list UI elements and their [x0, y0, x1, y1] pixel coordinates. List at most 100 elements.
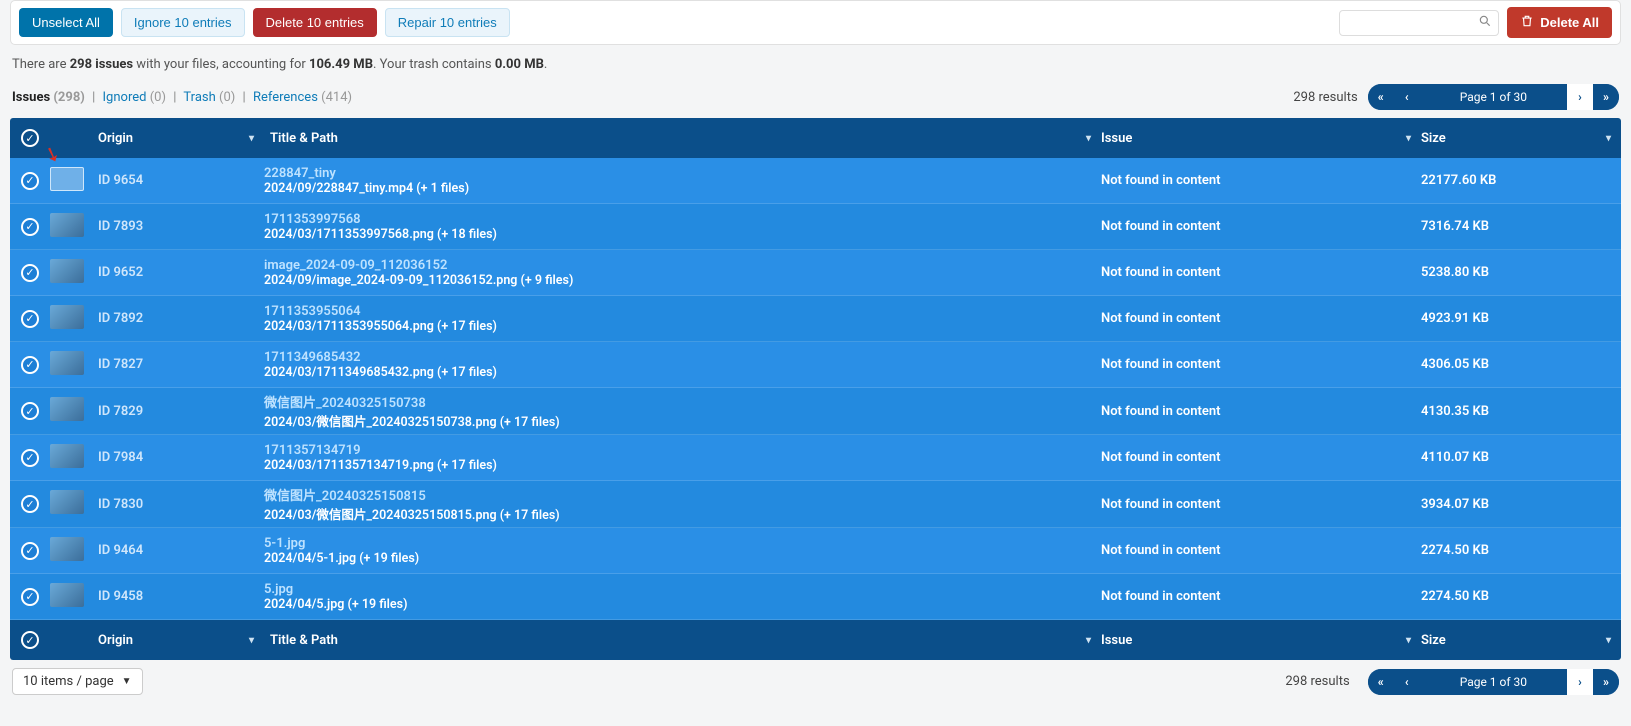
- size-text: 22177.60 KB: [1421, 173, 1496, 188]
- select-all-checkbox[interactable]: ✓: [21, 129, 39, 147]
- pager-first-button[interactable]: «: [1368, 669, 1394, 695]
- origin-id[interactable]: ID 9652: [98, 265, 143, 280]
- media-title-link[interactable]: 5.jpg: [264, 582, 1101, 597]
- origin-id[interactable]: ID 7827: [98, 357, 143, 372]
- ignore-entries-button[interactable]: Ignore 10 entries: [121, 8, 245, 37]
- thumbnail[interactable]: [50, 259, 84, 283]
- thumbnail[interactable]: [50, 583, 84, 607]
- delete-entries-button[interactable]: Delete 10 entries: [253, 8, 377, 37]
- media-path: 2024/03/1711349685432.png (+ 17 files): [264, 365, 1101, 380]
- row-checkbox[interactable]: ✓: [21, 218, 39, 236]
- tab-issues[interactable]: Issues (298): [12, 90, 85, 105]
- col-size[interactable]: Size▾: [1421, 131, 1621, 146]
- pager-label: Page 1 of 30: [1420, 84, 1567, 110]
- media-title-link[interactable]: 微信图片_20240325150815: [264, 485, 1101, 504]
- results-count-bottom: 298 results: [1285, 674, 1349, 689]
- col-title-footer[interactable]: Title & Path▾: [264, 633, 1101, 648]
- media-title-link[interactable]: 1711357134719: [264, 443, 1101, 458]
- size-text: 5238.80 KB: [1421, 265, 1489, 280]
- origin-id[interactable]: ID 7829: [98, 404, 143, 419]
- origin-id[interactable]: ID 7830: [98, 497, 143, 512]
- media-path: 2024/03/微信图片_20240325150815.png (+ 17 fi…: [264, 504, 1101, 523]
- col-size-footer[interactable]: Size▾: [1421, 633, 1621, 648]
- table-row[interactable]: ✓ ID 7893 17113539975682024/03/17113539975…: [10, 204, 1621, 250]
- thumbnail[interactable]: [50, 397, 84, 421]
- unselect-all-button[interactable]: Unselect All: [19, 8, 113, 37]
- pager-first-button[interactable]: «: [1368, 84, 1394, 110]
- table-row[interactable]: ✓ID 7829微信图片_202403251507382024/03/微信图片_…: [10, 388, 1621, 435]
- media-title-link[interactable]: 1711349685432: [264, 350, 1101, 365]
- media-title-link[interactable]: 1711353955064: [264, 304, 1101, 319]
- col-title[interactable]: Title & Path▾: [264, 131, 1101, 146]
- table-row[interactable]: ✓ID 798417113571347192024/03/17113571347…: [10, 435, 1621, 481]
- origin-id[interactable]: ID 9464: [98, 543, 143, 558]
- pager-next-button[interactable]: ›: [1567, 669, 1593, 695]
- size-text: 2274.50 KB: [1421, 543, 1489, 558]
- repair-entries-button[interactable]: Repair 10 entries: [385, 8, 510, 37]
- tab-ignored[interactable]: Ignored (0): [103, 90, 166, 105]
- chevron-down-icon: ▾: [249, 635, 254, 646]
- media-path: 2024/03/1711353997568.png (+ 18 files): [264, 227, 1101, 242]
- col-issue[interactable]: Issue▾: [1101, 131, 1421, 146]
- row-checkbox[interactable]: ✓: [21, 402, 39, 420]
- row-checkbox[interactable]: ✓: [21, 449, 39, 467]
- search-box[interactable]: [1339, 10, 1499, 36]
- chevron-down-icon: ▼: [122, 676, 132, 687]
- thumbnail[interactable]: [50, 537, 84, 561]
- select-all-footer-checkbox[interactable]: ✓: [21, 631, 39, 649]
- media-title-link[interactable]: 微信图片_20240325150738: [264, 392, 1101, 411]
- thumbnail[interactable]: [50, 351, 84, 375]
- table-row[interactable]: ✓ID 789217113539550642024/03/17113539550…: [10, 296, 1621, 342]
- delete-all-button[interactable]: Delete All: [1507, 7, 1612, 38]
- media-title-link[interactable]: 228847_tiny: [264, 166, 1101, 181]
- origin-id[interactable]: ID 9654: [98, 173, 143, 188]
- row-checkbox[interactable]: ✓: [21, 356, 39, 374]
- items-per-page-select[interactable]: 10 items / page ▼: [12, 668, 143, 695]
- col-origin-footer[interactable]: Origin▾: [94, 633, 264, 648]
- issue-text: Not found in content: [1101, 497, 1220, 512]
- table-header: ✓ Origin▾ Title & Path▾ Issue▾ Size▾: [10, 118, 1621, 158]
- thumbnail[interactable]: [50, 167, 84, 191]
- media-title-link[interactable]: 1711353997568: [264, 212, 1101, 227]
- origin-id[interactable]: ID 7892: [98, 311, 143, 326]
- chevron-down-icon: ▾: [1406, 635, 1411, 646]
- tab-references[interactable]: References (414): [253, 90, 352, 105]
- chevron-down-icon: ▾: [1086, 635, 1091, 646]
- pager-prev-button[interactable]: ‹: [1394, 669, 1420, 695]
- subtabs-row: Issues (298) | Ignored (0) | Trash (0) |…: [0, 82, 1631, 118]
- thumbnail[interactable]: [50, 213, 84, 237]
- thumbnail[interactable]: [50, 444, 84, 468]
- table-row[interactable]: ✓ ID 7830 微信图片_202403251508152024/03/微信图片_…: [10, 481, 1621, 528]
- origin-id[interactable]: ID 7984: [98, 450, 143, 465]
- media-title-link[interactable]: image_2024-09-09_112036152: [264, 258, 1101, 273]
- search-input[interactable]: [1346, 15, 1472, 30]
- table-row[interactable]: ✓ID 9654228847_tiny2024/09/228847_tiny.m…: [10, 158, 1621, 204]
- row-checkbox[interactable]: ✓: [21, 310, 39, 328]
- row-checkbox[interactable]: ✓: [21, 172, 39, 190]
- row-checkbox[interactable]: ✓: [21, 588, 39, 606]
- chevron-down-icon: ▾: [1406, 133, 1411, 144]
- media-title-link[interactable]: 5-1.jpg: [264, 536, 1101, 551]
- issue-text: Not found in content: [1101, 543, 1220, 558]
- origin-id[interactable]: ID 7893: [98, 219, 143, 234]
- thumbnail[interactable]: [50, 305, 84, 329]
- col-origin[interactable]: Origin▾: [94, 131, 264, 146]
- table-row[interactable]: ✓ ID 7827 17113496854322024/03/17113496854…: [10, 342, 1621, 388]
- row-checkbox[interactable]: ✓: [21, 495, 39, 513]
- toolbar: Unselect All Ignore 10 entries Delete 10…: [10, 0, 1621, 45]
- table-row[interactable]: ✓ID 94585.jpg2024/04/5.jpg (+ 19 files)N…: [10, 574, 1621, 620]
- issue-text: Not found in content: [1101, 357, 1220, 372]
- col-issue-footer[interactable]: Issue▾: [1101, 633, 1421, 648]
- pager-last-button[interactable]: »: [1593, 84, 1619, 110]
- table-row[interactable]: ✓ID 9652image_2024-09-09_1120361522024/0…: [10, 250, 1621, 296]
- pager-prev-button[interactable]: ‹: [1394, 84, 1420, 110]
- pager-last-button[interactable]: »: [1593, 669, 1619, 695]
- row-checkbox[interactable]: ✓: [21, 542, 39, 560]
- chevron-down-icon: ▾: [249, 133, 254, 144]
- origin-id[interactable]: ID 9458: [98, 589, 143, 604]
- row-checkbox[interactable]: ✓: [21, 264, 39, 282]
- table-row[interactable]: ✓ID 94645-1.jpg2024/04/5-1.jpg (+ 19 fil…: [10, 528, 1621, 574]
- thumbnail[interactable]: [50, 490, 84, 514]
- pager-next-button[interactable]: ›: [1567, 84, 1593, 110]
- tab-trash[interactable]: Trash (0): [183, 90, 235, 105]
